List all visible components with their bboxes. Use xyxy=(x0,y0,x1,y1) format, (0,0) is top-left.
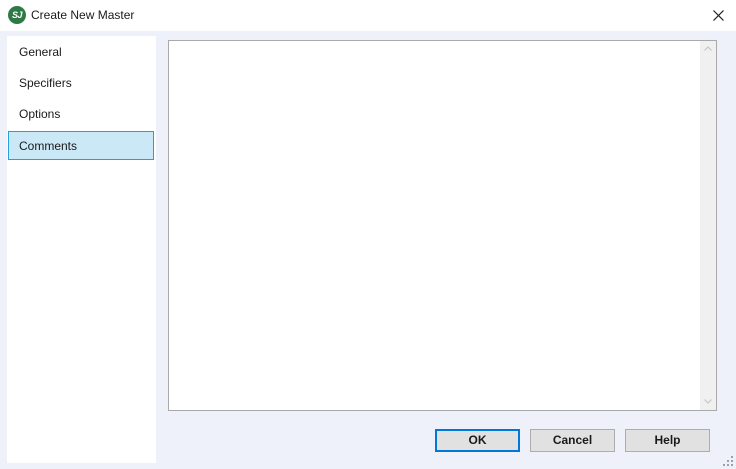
chevron-up-icon xyxy=(704,46,712,51)
app-logo-icon: SJ xyxy=(8,6,26,24)
scroll-up-button[interactable] xyxy=(700,41,716,57)
comments-textarea[interactable] xyxy=(169,41,700,410)
comments-area xyxy=(168,40,717,411)
sidebar-item-specifiers[interactable]: Specifiers xyxy=(8,68,154,97)
title-bar: SJ Create New Master xyxy=(0,0,736,31)
help-button[interactable]: Help xyxy=(625,429,710,452)
close-icon xyxy=(713,10,724,21)
window-title: Create New Master xyxy=(31,8,135,22)
sidebar-item-options[interactable]: Options xyxy=(8,99,154,128)
cancel-button[interactable]: Cancel xyxy=(530,429,615,452)
scroll-down-button[interactable] xyxy=(700,394,716,410)
sidebar-nav: General Specifiers Options Comments xyxy=(7,36,156,463)
vertical-scrollbar[interactable] xyxy=(700,41,716,410)
resize-grip-icon[interactable] xyxy=(722,455,734,467)
sidebar-item-comments[interactable]: Comments xyxy=(8,131,154,160)
chevron-down-icon xyxy=(704,399,712,404)
close-button[interactable] xyxy=(703,1,735,30)
sidebar-item-general[interactable]: General xyxy=(8,37,154,66)
ok-button[interactable]: OK xyxy=(435,429,520,452)
